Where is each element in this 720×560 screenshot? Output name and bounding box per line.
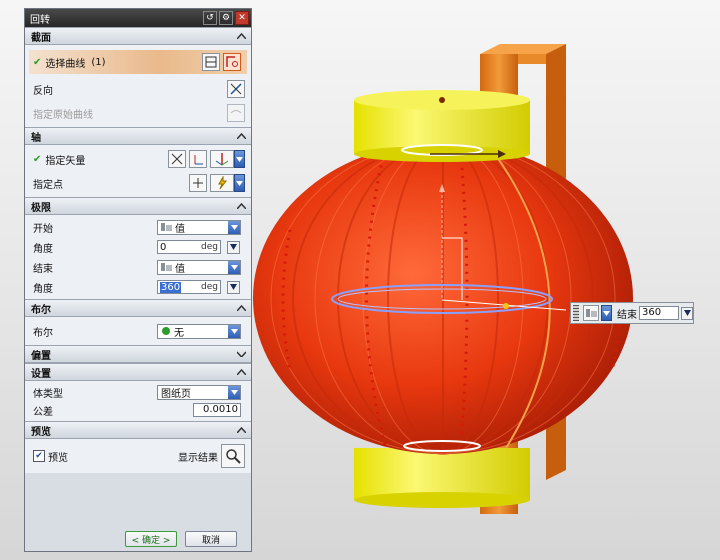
mode-dropdown-arrow-icon[interactable] — [601, 305, 612, 321]
value-mode-icon — [161, 223, 172, 231]
specify-origin-curve-row: 指定原始曲线 — [25, 101, 251, 125]
gear-icon[interactable]: ⚙ — [219, 11, 233, 25]
boolean-title: 布尔 — [31, 304, 51, 316]
section-header-settings[interactable]: 设置 — [25, 363, 251, 381]
preview-label: 预览 — [48, 452, 68, 464]
checkmark-icon: ✔ — [33, 56, 42, 68]
offset-title: 偏置 — [31, 350, 51, 362]
specify-origin-curve-label: 指定原始曲线 — [33, 109, 93, 121]
reverse-label: 反向 — [33, 85, 53, 97]
floating-end-label: 结束 — [617, 309, 637, 321]
end-angle-floating-box: 结束 360 — [570, 302, 694, 324]
limits-title: 极限 — [31, 202, 51, 214]
section-header-axis[interactable]: 轴 — [25, 127, 251, 145]
specify-vector-row: ✔ 指定矢量 — [25, 147, 251, 171]
dialog-footer: < 确定 > 取消 — [25, 527, 251, 551]
show-result-label: 显示结果 — [178, 452, 218, 464]
chevron-down-icon[interactable] — [228, 260, 240, 274]
body-type-value: 图纸页 — [161, 388, 191, 400]
revolve-dialog: 回转 ↺ ⚙ ✕ 截面 ✔ 选择曲线 (1) 反向 指定原始曲线 轴 ✔ 指定矢… — [24, 8, 252, 552]
sketch-section-icon[interactable] — [202, 53, 220, 71]
boolean-select[interactable]: 无 — [157, 323, 241, 339]
preview-title: 预览 — [31, 426, 51, 438]
reverse-row: 反向 — [25, 77, 251, 101]
select-curve-row[interactable]: ✔ 选择曲线 (1) — [29, 50, 247, 74]
select-curve-label: 选择曲线 — [45, 58, 86, 70]
bottom-cap — [354, 448, 530, 508]
floating-end-value-input[interactable]: 360 — [639, 306, 679, 320]
vector-dialog-icon[interactable] — [189, 150, 207, 168]
end-angle-row: 角度 360 deg — [25, 277, 251, 297]
specify-vector-label: 指定矢量 — [45, 155, 86, 167]
axis-title: 轴 — [31, 132, 41, 144]
floating-step-icon[interactable] — [681, 306, 693, 320]
value-mode-icon — [161, 263, 172, 271]
boolean-row: 布尔 无 — [25, 319, 251, 343]
reverse-vector-icon[interactable] — [168, 150, 186, 168]
curve-select-icon[interactable] — [223, 53, 241, 71]
specify-point-label: 指定点 — [33, 179, 63, 191]
start-row: 开始 值 — [25, 217, 251, 237]
section-header-limits[interactable]: 极限 — [25, 197, 251, 215]
chevron-down-icon[interactable] — [235, 348, 247, 360]
origin-curve-icon — [227, 104, 245, 122]
start-angle-row: 角度 0 deg — [25, 237, 251, 257]
end-mode-select[interactable]: 值 — [157, 259, 241, 275]
boolean-none-icon — [162, 327, 170, 335]
inferred-vector-icon[interactable] — [210, 150, 234, 168]
inferred-point-icon[interactable] — [210, 174, 234, 192]
chevron-up-icon[interactable] — [235, 424, 247, 436]
preview-checkbox[interactable]: ✔ — [33, 450, 45, 462]
body-type-select[interactable]: 图纸页 — [157, 384, 241, 400]
start-mode-select[interactable]: 值 — [157, 219, 241, 235]
chevron-up-icon[interactable] — [235, 200, 247, 212]
chevron-up-icon[interactable] — [235, 302, 247, 314]
section-header-offset[interactable]: 偏置 — [25, 345, 251, 363]
tolerance-row: 公差 0.0010 — [25, 401, 251, 419]
start-angle-step-icon[interactable] — [227, 240, 240, 254]
end-row: 结束 值 — [25, 257, 251, 277]
chevron-down-icon[interactable] — [228, 220, 240, 234]
section-header-preview[interactable]: 预览 — [25, 421, 251, 439]
start-angle-unit: deg — [201, 242, 218, 252]
end-angle-unit: deg — [201, 282, 218, 292]
ok-button[interactable]: < 确定 > — [125, 531, 177, 547]
cancel-button[interactable]: 取消 — [185, 531, 237, 547]
body-type-row: 体类型 图纸页 — [25, 383, 251, 401]
section-header-boolean[interactable]: 布尔 — [25, 299, 251, 317]
section-title: 截面 — [31, 32, 51, 44]
boolean-value: 无 — [174, 327, 184, 339]
reset-icon[interactable]: ↺ — [203, 11, 217, 25]
end-mode-value: 值 — [175, 263, 185, 275]
select-curve-count: (1) — [91, 56, 106, 68]
value-mode-icon[interactable] — [583, 305, 599, 321]
preview-row: ✔ 预览 显示结果 — [25, 441, 251, 471]
drag-grip-icon[interactable] — [573, 305, 579, 321]
close-icon[interactable]: ✕ — [235, 11, 249, 25]
point-dropdown-arrow-icon[interactable] — [234, 174, 245, 192]
chevron-down-icon[interactable] — [228, 324, 240, 338]
chevron-down-icon[interactable] — [228, 385, 240, 399]
checkmark-icon: ✔ — [33, 153, 42, 165]
magnifier-icon[interactable] — [221, 444, 245, 468]
section-header-section[interactable]: 截面 — [25, 27, 251, 45]
end-angle-step-icon[interactable] — [227, 280, 240, 294]
chevron-up-icon[interactable] — [235, 30, 247, 42]
specify-point-row: 指定点 — [25, 171, 251, 195]
vector-dropdown-arrow-icon[interactable] — [234, 150, 245, 168]
tolerance-input[interactable]: 0.0010 — [193, 403, 241, 417]
reverse-direction-icon[interactable] — [227, 80, 245, 98]
dialog-titlebar[interactable]: 回转 ↺ ⚙ ✕ — [25, 9, 251, 27]
settings-title: 设置 — [31, 368, 51, 380]
dialog-title: 回转 — [30, 14, 50, 26]
chevron-up-icon[interactable] — [235, 130, 247, 142]
start-mode-value: 值 — [175, 223, 185, 235]
point-dialog-icon[interactable] — [189, 174, 207, 192]
chevron-up-icon[interactable] — [235, 366, 247, 378]
